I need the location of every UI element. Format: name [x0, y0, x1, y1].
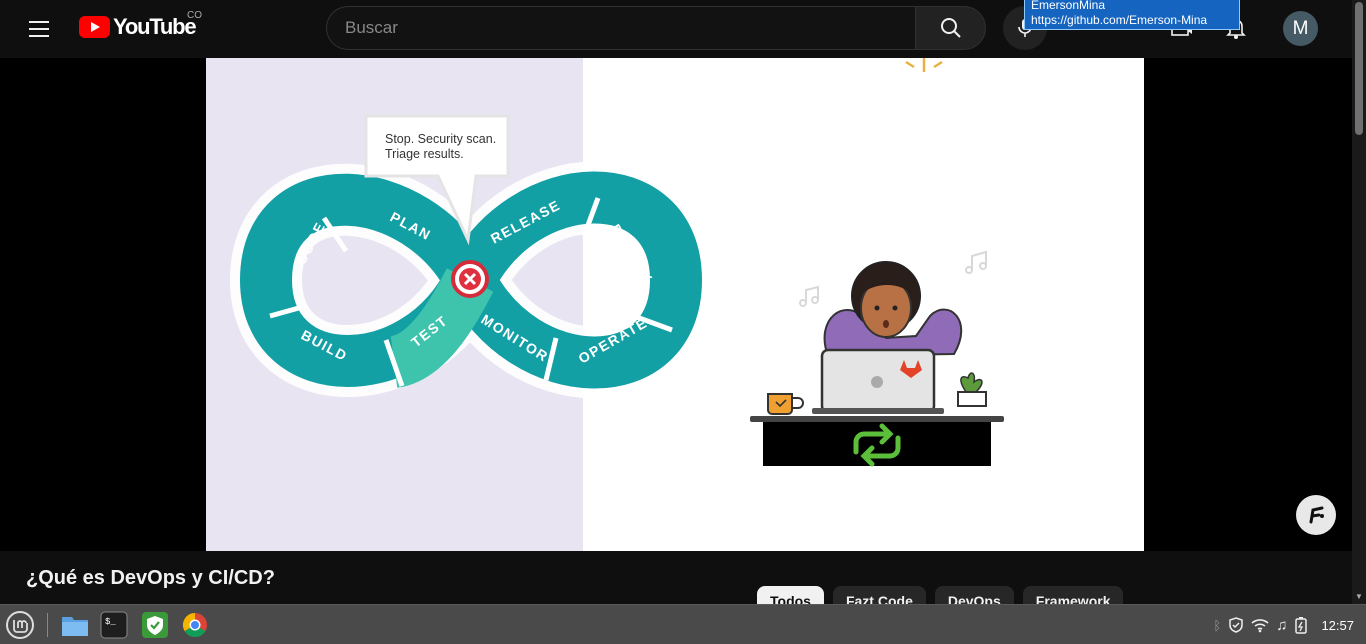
video-player[interactable]: CODE PLAN RELEASE DEPLOY BUILD TEST MONI…: [0, 58, 1352, 551]
play-logo-icon: [79, 16, 110, 38]
taskbar-separator: [47, 613, 48, 637]
update-shield-icon[interactable]: [138, 609, 172, 641]
tooltip-name: EmersonMina: [1031, 0, 1106, 12]
devops-infinity-diagram: CODE PLAN RELEASE DEPLOY BUILD TEST MONI…: [229, 58, 1004, 467]
music-note-icon[interactable]: ♫: [1276, 617, 1287, 634]
terminal-icon[interactable]: $_: [97, 609, 131, 641]
country-code: CO: [187, 10, 202, 21]
callout-line-1: Stop. Security scan.: [385, 132, 496, 146]
os-taskbar: $_ ᛒ ♫ 12:57: [0, 604, 1366, 644]
battery-charging-icon[interactable]: [1294, 616, 1308, 634]
account-avatar[interactable]: M: [1283, 11, 1318, 46]
channel-watermark-icon[interactable]: [1296, 495, 1336, 535]
video-frame[interactable]: CODE PLAN RELEASE DEPLOY BUILD TEST MONI…: [206, 58, 1144, 551]
svg-text:$_: $_: [105, 617, 116, 627]
taskbar-clock[interactable]: 12:57: [1321, 618, 1354, 633]
youtube-page: YouTube CO M EmersonMina: [0, 0, 1366, 644]
scrollbar-thumb[interactable]: [1355, 2, 1363, 135]
system-tray: ᛒ ♫ 12:57: [1213, 605, 1366, 644]
search-icon: [940, 18, 961, 38]
search-button[interactable]: [915, 6, 986, 50]
video-info-area: ¿Qué es DevOps y CI/CD? Todos Fazt Code …: [0, 551, 1352, 618]
bluetooth-icon[interactable]: ᛒ: [1213, 618, 1221, 633]
search-box: [326, 6, 916, 50]
hover-tooltip: EmersonMina https://github.com/Emerson-M…: [1024, 0, 1240, 30]
logo-text: YouTube: [113, 14, 197, 39]
tooltip-url: https://github.com/Emerson-Mina: [1031, 13, 1208, 27]
developer-illustration: [750, 58, 1004, 467]
linux-mint-menu-icon[interactable]: [3, 609, 37, 641]
scroll-down-arrow-icon[interactable]: ▼: [1355, 592, 1363, 601]
search-input[interactable]: [345, 7, 905, 49]
chrome-browser-icon[interactable]: [178, 609, 212, 641]
masthead: YouTube CO M EmersonMina: [0, 0, 1352, 58]
security-shield-icon[interactable]: [1228, 617, 1244, 633]
callout-line-2: Triage results.: [385, 147, 464, 161]
wifi-icon[interactable]: [1251, 617, 1269, 633]
page-scrollbar[interactable]: ▼: [1352, 0, 1366, 604]
youtube-logo[interactable]: YouTube: [79, 14, 197, 40]
files-folder-icon[interactable]: [58, 609, 92, 641]
video-title: ¿Qué es DevOps y CI/CD?: [26, 567, 275, 589]
hamburger-menu-icon[interactable]: [20, 10, 58, 48]
